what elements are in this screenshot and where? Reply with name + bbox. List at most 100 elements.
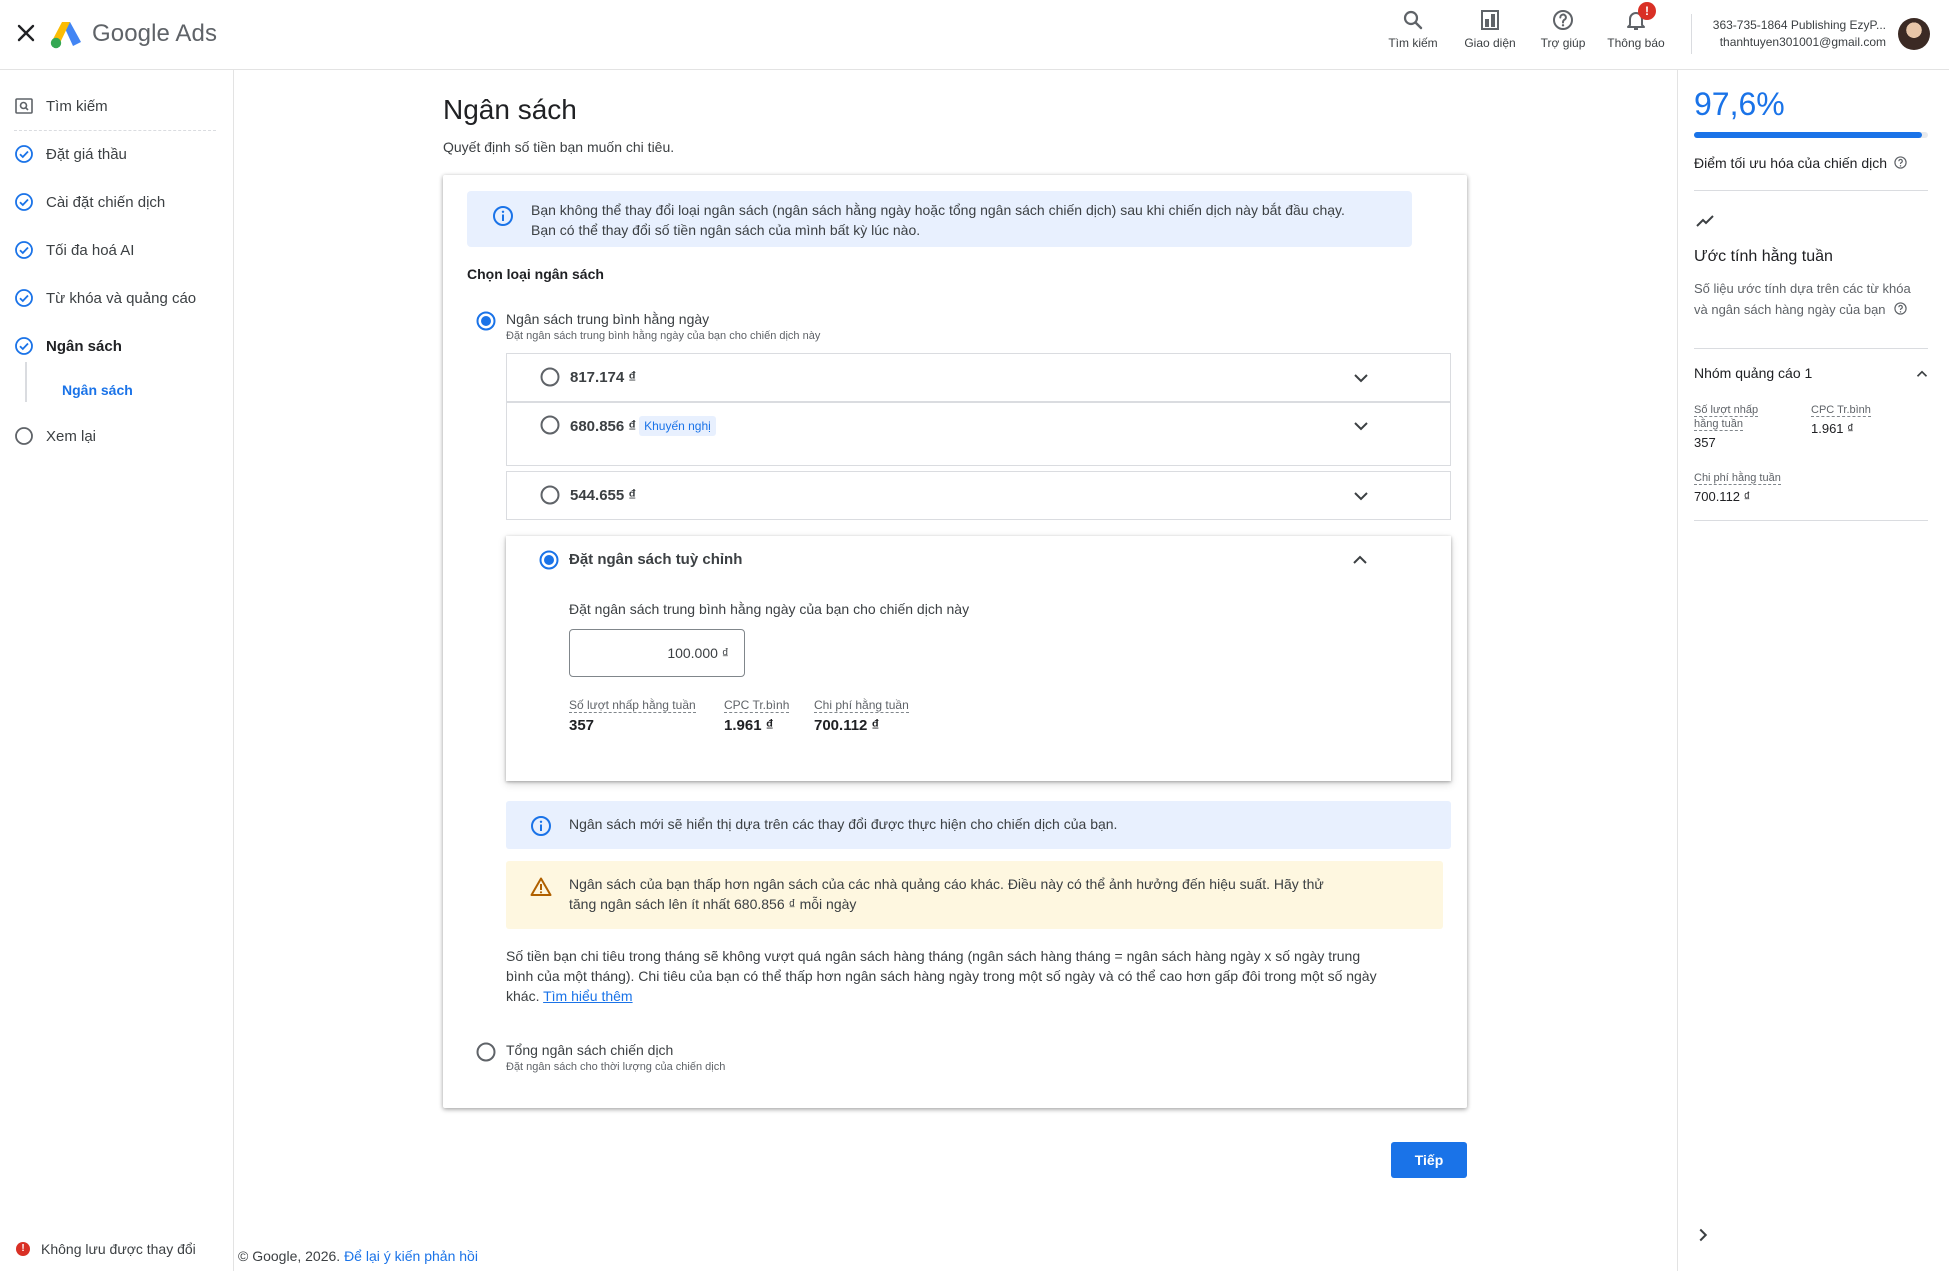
total-budget-title: Tổng ngân sách chiến dịch [506,1042,674,1058]
stat-label: Số lượt nhấp hằng tuần [1694,404,1759,431]
warning-line-1: Ngân sách của bạn thấp hơn ngân sách của… [569,876,1324,892]
search-box-icon [14,96,34,116]
sidebar-item-search[interactable]: Tìm kiếm [14,94,108,118]
chevron-down-icon[interactable] [1349,414,1373,438]
header-appearance-button[interactable]: Giao diện [1452,8,1528,62]
sidebar-item-bidding[interactable]: Đặt giá thầu [14,142,127,166]
help-icon [1551,8,1575,32]
empty-circle-icon [14,426,34,446]
learn-more-link[interactable]: Tìm hiểu thêm [543,988,632,1004]
radio-unselected-icon[interactable] [540,485,560,505]
stat-label: Chi phí hằng tuần [1694,472,1781,485]
custom-stat-cost: Chi phí hằng tuần 700.112 ₫ [814,696,909,734]
explainer-text: Số tiền bạn chi tiêu trong tháng sẽ khôn… [506,948,1377,1004]
header-help-button[interactable]: Trợ giúp [1525,8,1601,62]
budget-option-row-recommended[interactable]: 680.856 ₫ Khuyến nghị [506,402,1451,466]
page-subtitle: Quyết định số tiền bạn muốn chi tiêu. [443,139,675,155]
sidebar-item-label: Xem lại [46,427,97,445]
chevron-down-icon[interactable] [1349,366,1373,390]
feedback-link[interactable]: Để lại ý kiến phản hồi [344,1248,478,1264]
header-appearance-label: Giao diện [1464,36,1516,50]
total-budget-radio[interactable] [476,1042,496,1062]
radio-selected-icon[interactable] [539,550,559,570]
stat-label: Số lượt nhấp hằng tuần [569,698,696,713]
radio-unselected-icon[interactable] [540,367,560,387]
recommended-badge: Khuyến nghị [639,416,716,436]
header-search-button[interactable]: Tìm kiếm [1375,8,1451,62]
help-icon[interactable] [1894,156,1907,169]
sidebar-divider [14,130,216,131]
info-line-2: Bạn có thể thay đổi số tiền ngân sách củ… [531,222,921,238]
copyright: © Google, 2026. [238,1248,341,1264]
total-budget-subtitle: Đặt ngân sách cho thời lượng của chiến d… [506,1061,726,1073]
next-button[interactable]: Tiếp [1391,1142,1467,1178]
sidebar-item-keywords-ads[interactable]: Từ khóa và quảng cáo [14,286,196,310]
daily-budget-radio[interactable] [476,311,496,331]
check-circle-icon [14,144,34,164]
stat-label: Chi phí hằng tuần [814,698,909,713]
chevron-right-icon[interactable] [1692,1224,1714,1246]
budget-option-row[interactable]: 544.655 ₫ [506,471,1451,520]
panel-divider [1694,520,1928,521]
help-icon[interactable] [1894,302,1907,315]
chevron-up-icon[interactable] [1913,365,1931,383]
header-help-label: Trợ giúp [1540,36,1586,50]
header-notifications-label: Thông báo [1607,36,1665,50]
sidebar-item-budget[interactable]: Ngân sách [14,334,122,358]
panel-divider [1694,190,1928,191]
budget-option-row[interactable]: 817.174 ₫ [506,353,1451,402]
monthly-spend-explainer: Số tiền bạn chi tiêu trong tháng sẽ khôn… [506,946,1386,1006]
sidebar-item-label: Từ khóa và quảng cáo [46,289,197,307]
sidebar-item-campaign-settings[interactable]: Cài đặt chiến dịch [14,190,165,214]
stat-value: 1.961 ₫ [1811,421,1854,436]
panel-divider [1694,348,1928,349]
sidebar-subitem-budget[interactable]: Ngân sách [62,378,133,402]
optimization-score: 97,6% [1694,86,1785,122]
check-circle-icon [14,336,34,356]
sidebar-item-label: Tìm kiếm [46,97,108,115]
weekly-estimate-desc-text: Số liệu ước tính dựa trên các từ khóa và… [1694,281,1911,317]
note-text: Ngân sách mới sẽ hiển thị dựa trên các t… [569,816,1118,832]
stat-value: 1.961 ₫ [724,717,774,734]
chevron-down-icon[interactable] [1349,484,1373,508]
daily-budget-title: Ngân sách trung bình hằng ngày [506,311,710,327]
check-circle-icon [14,288,34,308]
warning-banner: Ngân sách của bạn thấp hơn ngân sách của… [506,861,1443,929]
stat-value: 357 [569,717,595,734]
weekly-estimate-desc: Số liệu ước tính dựa trên các từ khóa và… [1694,278,1914,320]
close-icon[interactable] [14,21,38,45]
sidebar-item-review[interactable]: Xem lại [14,424,96,448]
chevron-up-icon[interactable] [1348,548,1372,572]
custom-budget-input[interactable]: 100.000 ₫ [569,629,745,677]
daily-budget-option[interactable]: Ngân sách trung bình hằng ngày Đặt ngân … [506,311,820,342]
budget-option-amount: 817.174 ₫ [570,369,637,386]
sidebar-item-ai-max[interactable]: Tối đa hoá AI [14,238,134,262]
budget-option-amount: 544.655 ₫ [570,487,637,504]
budget-option-amount-value: 680.856 ₫ [570,418,637,435]
appearance-icon [1478,8,1502,32]
check-circle-icon [14,240,34,260]
total-budget-option[interactable]: Tổng ngân sách chiến dịch Đặt ngân sách … [506,1042,725,1073]
info-line-1: Bạn không thể thay đổi loại ngân sách (n… [531,202,1345,218]
budget-type-heading: Chọn loại ngân sách [467,266,604,282]
info-note-banner: Ngân sách mới sẽ hiển thị dựa trên các t… [506,801,1451,849]
header-notifications-button[interactable]: ! Thông báo [1598,2,1674,62]
warning-icon [530,877,552,896]
notification-badge: ! [1638,2,1656,20]
warning-text: Ngân sách của bạn thấp hơn ngân sách của… [569,874,1324,914]
sidebar-item-label: Ngân sách [46,337,122,355]
optimization-score-label-text: Điểm tối ưu hóa của chiến dịch [1694,155,1888,171]
check-circle-icon [14,192,34,212]
panel-stat-clicks: Số lượt nhấp hằng tuần 357 [1694,403,1784,450]
account-switcher[interactable]: 363-735-1864 Publishing EzyP... thanhtuy… [1700,17,1886,51]
account-email: thanhtuyen301001@gmail.com [1719,35,1886,49]
trend-icon [1696,215,1714,227]
avatar[interactable] [1898,18,1930,50]
unsaved-status: ! Không lưu được thay đổi [16,1241,196,1257]
header-divider [1691,14,1692,54]
brand-name: Google Ads [92,20,218,47]
radio-unselected-icon[interactable] [540,415,560,435]
sidebar-item-label: Ngân sách [62,382,133,398]
stat-label: CPC Tr.bình [724,698,790,713]
stat-label: CPC Tr.bình [1811,404,1871,417]
